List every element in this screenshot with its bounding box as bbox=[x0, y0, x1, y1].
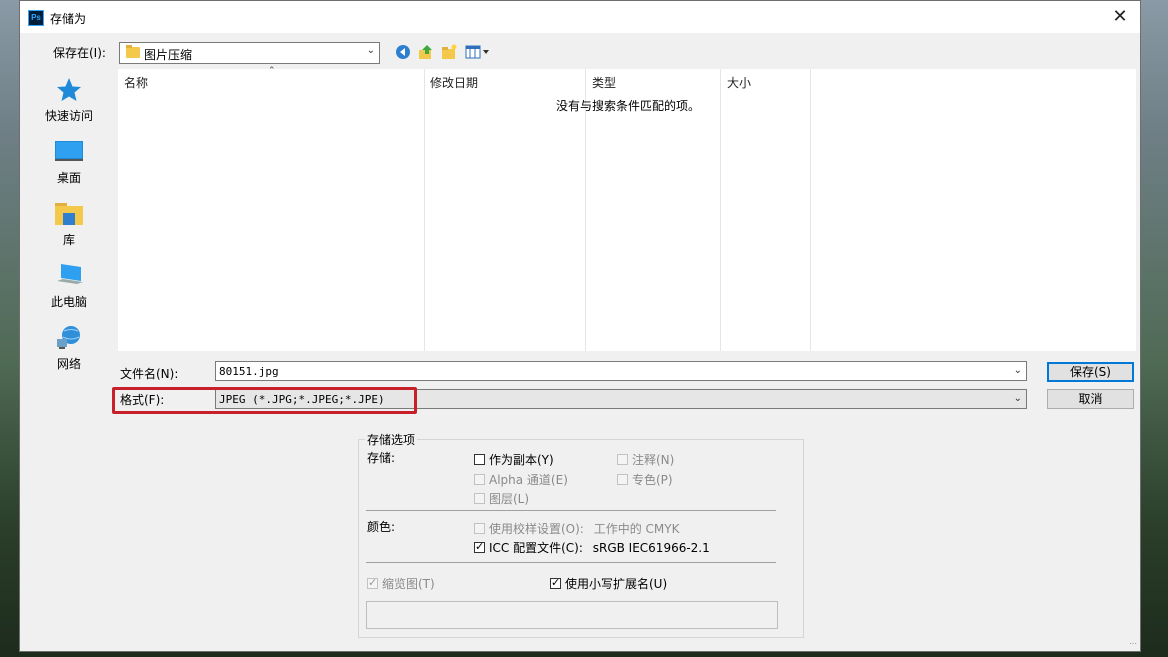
checkbox-label: 专色(P) bbox=[632, 473, 673, 487]
save-in-label: 保存在(I): bbox=[53, 46, 106, 60]
layers-checkbox[interactable]: 图层(L) bbox=[474, 490, 529, 507]
column-size[interactable]: 大小 bbox=[727, 74, 751, 91]
sidebar-item-desktop[interactable]: 桌面 bbox=[20, 139, 118, 186]
proof-setup-value: 工作中的 CMYK bbox=[593, 522, 680, 536]
chevron-down-icon[interactable]: ⌄ bbox=[1014, 365, 1022, 376]
proof-setup-checkbox[interactable]: 使用校样设置(O): 工作中的 CMYK bbox=[474, 520, 679, 537]
checkbox-box bbox=[474, 493, 485, 504]
save-in-value: 图片压缩 bbox=[144, 48, 193, 62]
checkbox-label: 图层(L) bbox=[489, 492, 530, 506]
column-divider[interactable] bbox=[424, 69, 425, 351]
thumbnail-checkbox[interactable]: 缩览图(T) bbox=[367, 575, 435, 592]
storage-label: 存储: bbox=[367, 451, 396, 465]
checkbox-box bbox=[617, 474, 628, 485]
window-title: 存储为 bbox=[50, 12, 87, 26]
checkbox-label: 作为副本(Y) bbox=[489, 453, 554, 467]
description-field bbox=[366, 601, 778, 629]
checkbox-box bbox=[367, 576, 378, 589]
column-divider[interactable] bbox=[810, 69, 811, 351]
resize-grip-icon[interactable]: ⋯ bbox=[1129, 639, 1137, 648]
column-type[interactable]: 类型 bbox=[592, 74, 616, 91]
spot-colors-checkbox[interactable]: 专色(P) bbox=[617, 471, 673, 488]
photoshop-icon: Ps bbox=[28, 10, 44, 26]
save-as-dialog: Ps 存储为 ✕ 保存在(I): 图片压缩 ⌄ 快速访问 桌面 库 此电脑 网络… bbox=[19, 0, 1141, 652]
checkbox-box bbox=[474, 474, 485, 485]
sidebar-item-library[interactable]: 库 bbox=[20, 201, 118, 248]
column-modified[interactable]: 修改日期 bbox=[430, 74, 478, 91]
alpha-channels-checkbox[interactable]: Alpha 通道(E) bbox=[474, 471, 568, 488]
sidebar-item-label: 桌面 bbox=[56, 171, 81, 185]
checkbox-label: Alpha 通道(E) bbox=[489, 473, 568, 487]
color-label: 颜色: bbox=[367, 520, 396, 534]
places-sidebar: 快速访问 桌面 库 此电脑 网络 bbox=[20, 69, 118, 424]
divider bbox=[366, 510, 776, 511]
chevron-down-icon: ⌄ bbox=[366, 45, 375, 56]
divider bbox=[366, 562, 776, 563]
network-icon bbox=[55, 325, 83, 351]
notes-checkbox[interactable]: 注释(N) bbox=[617, 451, 674, 468]
checkbox-label: 缩览图(T) bbox=[382, 577, 435, 591]
checkbox-label: 使用小写扩展名(U) bbox=[565, 577, 668, 591]
sidebar-item-quick-access[interactable]: 快速访问 bbox=[20, 77, 118, 124]
sort-ascending-icon: ⌃ bbox=[268, 66, 276, 76]
cancel-button[interactable]: 取消 bbox=[1047, 389, 1134, 409]
sidebar-item-label: 快速访问 bbox=[44, 109, 93, 123]
filename-value: 80151.jpg bbox=[219, 365, 279, 378]
checkbox-label: ICC 配置文件(C): bbox=[489, 541, 583, 555]
save-in-dropdown[interactable]: 图片压缩 ⌄ bbox=[119, 42, 380, 64]
sidebar-item-this-pc[interactable]: 此电脑 bbox=[20, 263, 118, 310]
library-icon bbox=[55, 201, 83, 227]
filename-label: 文件名(N): bbox=[120, 367, 179, 381]
column-name[interactable]: 名称 bbox=[124, 74, 148, 91]
computer-icon bbox=[55, 263, 83, 289]
filename-input[interactable]: 80151.jpg ⌄ bbox=[215, 361, 1027, 381]
view-menu-icon[interactable] bbox=[465, 44, 491, 62]
close-button[interactable]: ✕ bbox=[1100, 1, 1140, 33]
save-options-title: 存储选项 bbox=[365, 431, 418, 448]
back-arrow-icon[interactable] bbox=[394, 44, 412, 62]
title-bar: Ps 存储为 ✕ bbox=[20, 1, 1140, 33]
sidebar-item-label: 此电脑 bbox=[50, 295, 87, 309]
star-icon bbox=[55, 77, 83, 103]
save-button[interactable]: 保存(S) bbox=[1047, 362, 1134, 382]
checkbox-box bbox=[474, 540, 485, 553]
desktop-icon bbox=[55, 139, 83, 165]
icc-profile-value: sRGB IEC61966-2.1 bbox=[592, 541, 710, 555]
new-folder-icon[interactable] bbox=[440, 44, 458, 62]
empty-message: 没有与搜索条件匹配的项。 bbox=[556, 99, 701, 113]
checkbox-box bbox=[474, 523, 485, 534]
column-divider[interactable] bbox=[720, 69, 721, 351]
chevron-down-icon[interactable]: ⌄ bbox=[1014, 393, 1022, 404]
as-copy-checkbox[interactable]: 作为副本(Y) bbox=[474, 451, 554, 468]
folder-icon bbox=[126, 45, 140, 58]
checkbox-box bbox=[474, 454, 485, 465]
lowercase-extension-checkbox[interactable]: 使用小写扩展名(U) bbox=[550, 575, 667, 592]
file-list[interactable]: ⌃ 名称 修改日期 类型 大小 没有与搜索条件匹配的项。 bbox=[118, 66, 1136, 351]
checkbox-label: 使用校样设置(O): bbox=[489, 522, 584, 536]
checkbox-box bbox=[550, 576, 561, 589]
icc-profile-checkbox[interactable]: ICC 配置文件(C): sRGB IEC61966-2.1 bbox=[474, 539, 710, 556]
up-folder-icon[interactable] bbox=[417, 44, 435, 62]
sidebar-item-label: 网络 bbox=[56, 357, 81, 371]
format-highlight-box bbox=[112, 387, 417, 414]
sidebar-item-network[interactable]: 网络 bbox=[20, 325, 118, 372]
checkbox-box bbox=[617, 454, 628, 465]
checkbox-label: 注释(N) bbox=[632, 453, 675, 467]
sidebar-item-label: 库 bbox=[62, 233, 75, 247]
